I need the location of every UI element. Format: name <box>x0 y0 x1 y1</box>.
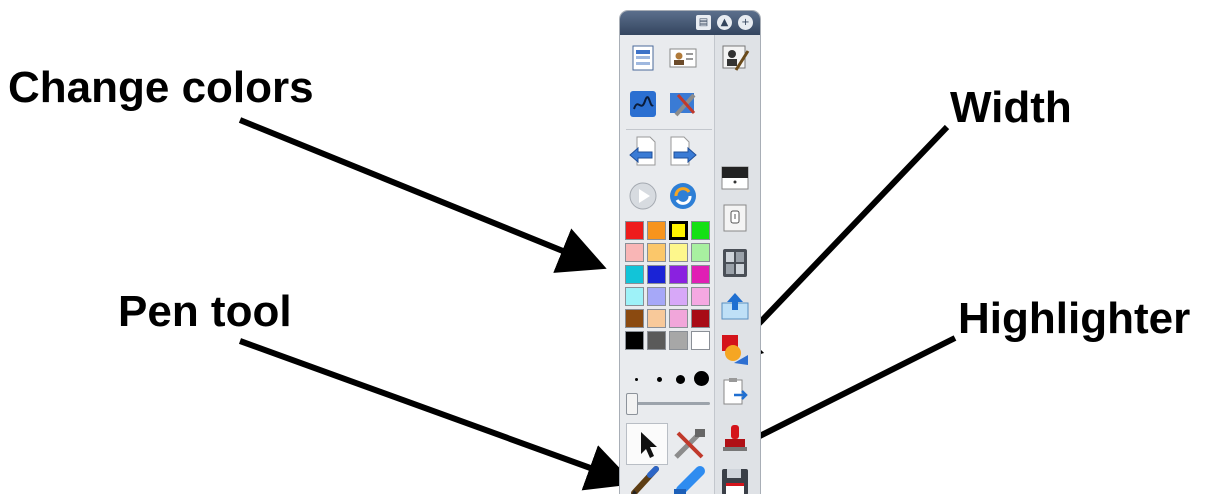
color-swatch[interactable] <box>625 331 644 350</box>
color-swatch[interactable] <box>647 331 666 350</box>
fill-icon[interactable] <box>720 333 750 365</box>
id-card-icon[interactable] <box>668 43 698 73</box>
toolbar-divider <box>626 129 712 130</box>
floppy-icon[interactable] <box>720 467 750 494</box>
color-swatch[interactable] <box>647 287 666 306</box>
tools-icon[interactable] <box>668 89 698 119</box>
pen-icon[interactable] <box>628 463 662 494</box>
width-option-tiny[interactable] <box>635 378 638 381</box>
up-icon[interactable]: ▲ <box>717 15 732 30</box>
color-swatch[interactable] <box>691 309 710 328</box>
color-swatch[interactable] <box>669 309 688 328</box>
calculator-icon[interactable] <box>720 247 750 277</box>
spotlight-icon[interactable] <box>720 203 750 233</box>
width-option-small[interactable] <box>657 377 662 382</box>
width-slider-thumb[interactable] <box>625 393 638 415</box>
color-swatch[interactable] <box>647 243 666 262</box>
color-swatch[interactable] <box>691 287 710 306</box>
color-swatch[interactable] <box>625 221 644 240</box>
select-tool-button[interactable] <box>626 423 668 465</box>
tools-icon[interactable] <box>670 425 708 463</box>
color-swatch[interactable] <box>691 265 710 284</box>
width-option-large[interactable] <box>694 371 709 386</box>
upload-icon[interactable] <box>720 291 750 321</box>
color-swatch[interactable] <box>669 265 688 284</box>
forward-page-icon[interactable] <box>668 135 698 166</box>
page-icon[interactable]: ▤ <box>696 15 711 30</box>
color-swatch[interactable] <box>625 243 644 262</box>
color-swatch[interactable] <box>647 221 666 240</box>
back-page-icon[interactable] <box>628 135 658 166</box>
arrow-pen-tool <box>238 338 635 491</box>
toolbar-titlebar: ▤ ▲ + <box>620 11 760 35</box>
clipboard-icon[interactable] <box>720 377 750 407</box>
color-swatch[interactable] <box>625 287 644 306</box>
arrow-change-colors <box>238 117 607 273</box>
color-swatch[interactable] <box>669 331 688 350</box>
pointer-icon <box>641 432 657 458</box>
color-swatch[interactable] <box>669 221 688 240</box>
person-pen-icon[interactable] <box>720 43 750 73</box>
highlighter-icon[interactable] <box>672 463 706 494</box>
change-colors-label: Change colors <box>8 63 314 112</box>
highlighter-label: Highlighter <box>958 294 1191 343</box>
screen-shade-icon[interactable] <box>720 163 750 193</box>
color-swatch[interactable] <box>625 265 644 284</box>
signature-icon[interactable] <box>628 89 658 119</box>
width-slider[interactable] <box>628 402 710 405</box>
width-label: Width <box>950 83 1072 132</box>
refresh-icon[interactable] <box>668 181 698 211</box>
color-swatch[interactable] <box>647 309 666 328</box>
pen-tool-label: Pen tool <box>118 287 292 336</box>
color-swatch[interactable] <box>669 243 688 262</box>
slide-sorter-icon[interactable] <box>628 43 658 73</box>
width-option-medium[interactable] <box>676 375 685 384</box>
smart-toolbar: ▤ ▲ + <box>619 10 761 494</box>
color-swatch[interactable] <box>625 309 644 328</box>
stamp-icon[interactable] <box>720 423 750 453</box>
color-swatch[interactable] <box>669 287 688 306</box>
color-swatch[interactable] <box>647 265 666 284</box>
plus-icon[interactable]: + <box>738 15 753 30</box>
play-icon[interactable] <box>628 181 658 211</box>
color-swatch[interactable] <box>691 243 710 262</box>
color-swatch[interactable] <box>691 221 710 240</box>
color-swatch[interactable] <box>691 331 710 350</box>
